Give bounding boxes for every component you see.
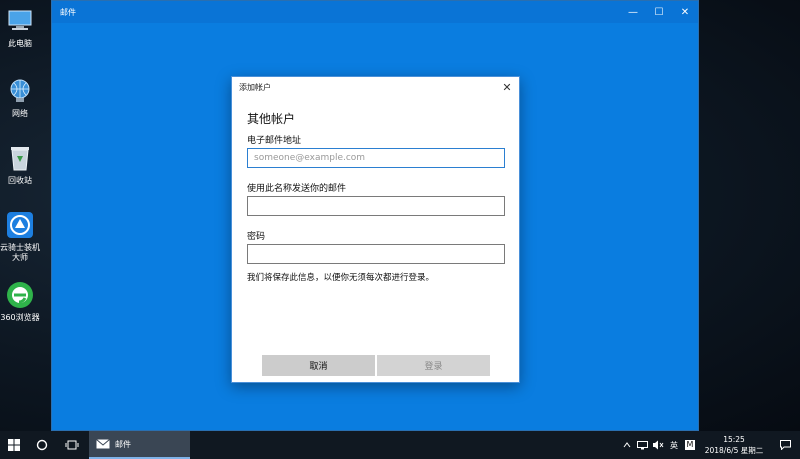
taskbar-mail-app[interactable]: 邮件 [89,431,190,459]
network-tray-button[interactable] [634,431,650,459]
desktop-icon-yunqishi[interactable]: 云骑士装机大师 [0,210,40,263]
action-center-button[interactable] [770,431,800,459]
minimize-button[interactable]: — [620,1,646,23]
system-tray: 英 M 15:25 2018/6/5 星期二 [620,431,800,459]
window-close-button[interactable]: ✕ [672,1,698,23]
yunqishi-app-icon [5,210,35,240]
360-browser-icon [5,280,35,310]
mail-icon [96,439,110,449]
email-label: 电子邮件地址 [247,136,302,146]
desktop-icon-360-browser[interactable]: 360浏览器 [0,280,40,323]
dialog-titlebar: 添加帐户 ✕ [232,77,519,97]
desktop-icon-label: 360浏览器 [0,313,40,322]
add-account-dialog: 添加帐户 ✕ 其他帐户 电子邮件地址 someone@example.com 使… [231,76,520,383]
chevron-up-icon [623,442,631,448]
sender-name-field[interactable] [247,196,505,216]
maximize-button[interactable]: ☐ [646,1,672,23]
taskbar: 邮件 英 M 15:25 2018/6/5 星期二 [0,431,800,459]
ime-language-indicator[interactable]: 英 [666,431,682,459]
ime-mode-label: M [684,440,696,450]
start-button[interactable] [0,431,28,459]
taskbar-clock[interactable]: 15:25 2018/6/5 星期二 [698,434,770,456]
recycle-bin-icon [5,143,35,173]
desktop-icon-label: 回收站 [8,176,32,185]
password-label: 密码 [247,232,266,242]
mail-window-title: 邮件 [60,7,76,17]
desktop-icon-recycle-bin[interactable]: 回收站 [0,143,40,186]
mail-titlebar[interactable]: 邮件 — ☐ ✕ [52,1,698,23]
desktop-icon-this-pc[interactable]: 此电脑 [0,6,40,49]
show-hidden-icons-button[interactable] [620,431,634,459]
login-button[interactable]: 登录 [377,355,490,376]
windows-logo-icon [8,439,20,451]
cortana-circle-icon [36,439,48,451]
ime-mode-indicator[interactable]: M [682,431,698,459]
sender-name-label: 使用此名称发送你的邮件 [247,184,347,194]
dialog-heading: 其他帐户 [247,112,296,126]
dialog-close-button[interactable]: ✕ [495,77,519,97]
network-icon [5,76,35,106]
network-tray-icon [636,440,648,449]
clock-time: 15:25 [723,435,745,444]
search-button[interactable] [28,431,56,459]
email-placeholder: someone@example.com [254,153,366,163]
desktop-icon-label: 此电脑 [8,39,32,48]
clock-date: 2018/6/5 星期二 [704,446,764,455]
task-view-icon [65,440,79,450]
task-view-button[interactable] [58,431,86,459]
email-field[interactable]: someone@example.com [247,148,505,168]
notification-icon [779,440,791,450]
desktop-icon-label: 网络 [12,109,28,118]
password-field[interactable] [247,244,505,264]
desktop-icon-label: 云骑士装机大师 [0,243,40,262]
save-info-note: 我们将保存此信息，以便你无须每次都进行登录。 [247,273,435,283]
computer-icon [5,6,35,36]
cancel-button[interactable]: 取消 [262,355,375,376]
desktop-icon-network[interactable]: 网络 [0,76,40,119]
dialog-title: 添加帐户 [239,82,271,92]
volume-muted-icon [653,440,664,450]
volume-button[interactable] [650,431,666,459]
taskbar-mail-label: 邮件 [115,439,131,449]
